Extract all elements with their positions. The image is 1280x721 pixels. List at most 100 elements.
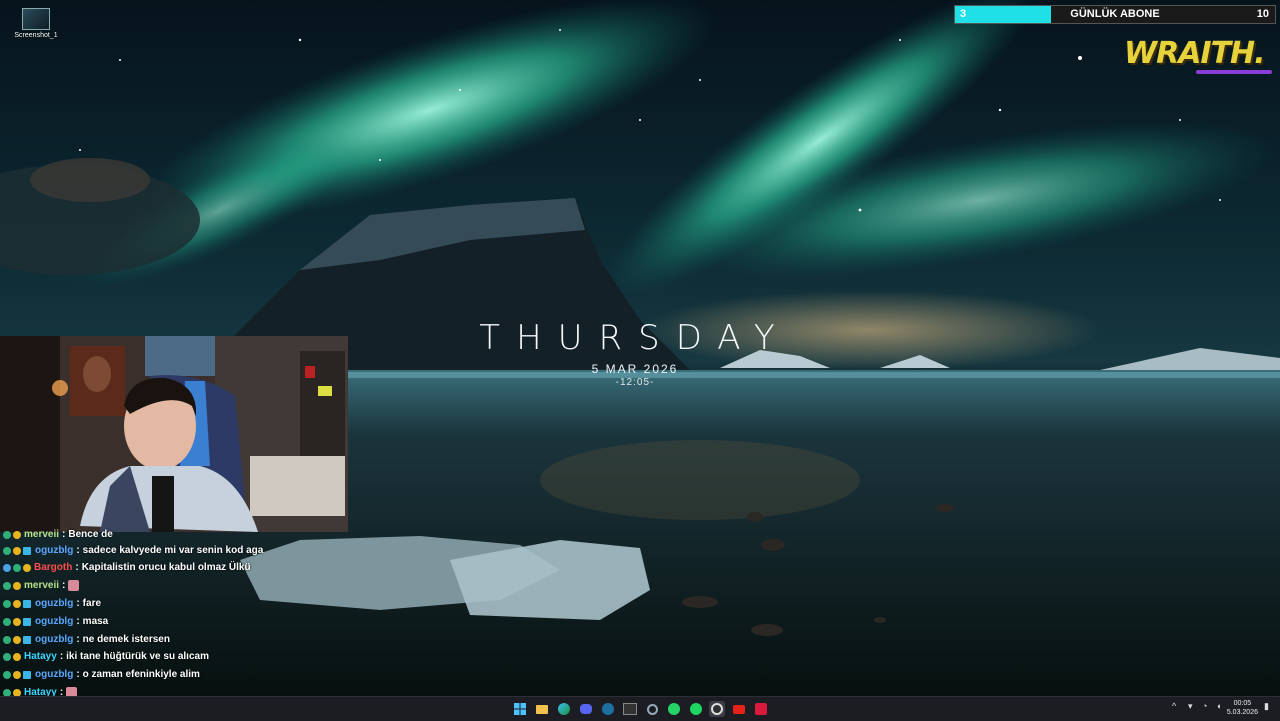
clock-widget: THURSDAY 5 MAR 2026 -12:05- [440, 318, 830, 388]
chat-badge-icon [23, 563, 31, 572]
chat-badge-icon [13, 530, 21, 539]
subscriber-badge-icon [23, 617, 31, 626]
steam-icon[interactable] [600, 701, 616, 717]
logo-underline [1196, 70, 1272, 74]
spotify-icon[interactable] [688, 701, 704, 717]
chat-badge-icon [3, 581, 11, 590]
tray-network-icon[interactable]: ▾ [1188, 701, 1193, 712]
taskbar: ^ ▾ ◔ ◖ 00:05 5.03.2026 ▮ [0, 696, 1280, 721]
chat-separator: : [62, 529, 66, 540]
chat-badge-icon [13, 652, 21, 661]
chat-message-text: iki tane hüğtürük ve su alıcam [66, 651, 209, 662]
notification-bell-icon[interactable]: ▮ [1264, 701, 1269, 712]
chat-username[interactable]: oguzblg [35, 598, 73, 609]
chat-username[interactable]: merveii [24, 529, 59, 540]
clock-time: -12:05- [615, 377, 655, 388]
image-file-icon [22, 8, 50, 30]
terminal-icon[interactable] [622, 701, 638, 717]
chat-emote-icon [66, 687, 78, 696]
chat-badge-icon [3, 635, 11, 644]
obs-icon[interactable] [709, 701, 725, 717]
chat-username[interactable]: oguzblg [35, 634, 73, 645]
chat-badge-icon [3, 546, 11, 555]
tray-time: 00:05 [1233, 700, 1252, 707]
chat-badge-icon [3, 530, 11, 539]
chat-message-text: masa [82, 616, 109, 627]
subscriber-badge-icon [23, 599, 31, 608]
discord-icon[interactable] [578, 701, 594, 717]
chat-badge-icon [3, 599, 11, 608]
webcam-feed [0, 336, 348, 532]
chat-separator: : [76, 634, 80, 645]
webcam-overlay [0, 336, 348, 532]
chat-message-text: o zaman efeninkiyle alim [82, 669, 200, 680]
chat-separator: : [76, 616, 80, 627]
chat-badge-icon [3, 617, 11, 626]
chat-message: merveii: Bence de [3, 526, 113, 543]
goal-target-count: 10 [1256, 8, 1269, 20]
chat-message: Bargoth: Kapitalistin orucu kabul olmaz Ü… [3, 559, 251, 576]
chat-username[interactable]: oguzblg [35, 669, 73, 680]
desktop-icon-label: Screenshot_1 [14, 32, 58, 39]
chat-username[interactable]: Hatayy [24, 687, 57, 696]
chat-separator: : [76, 598, 80, 609]
chat-badge-icon [13, 635, 21, 644]
chat-separator: : [62, 580, 66, 591]
tray-date: 5.03.2026 [1226, 709, 1258, 716]
chat-username[interactable]: oguzblg [35, 545, 73, 556]
logo-dot: . [1254, 36, 1265, 71]
chat-message: oguzblg: sadece kalvyede mi var senin kod… [3, 542, 263, 559]
chat-username[interactable]: oguzblg [35, 616, 73, 627]
chat-message-text: fare [82, 598, 102, 609]
chat-badge-icon [3, 563, 11, 572]
tray-chevron-icon[interactable]: ^ [1172, 701, 1176, 711]
chat-separator: : [75, 562, 79, 573]
tray-clock[interactable]: 00:05 5.03.2026 [1227, 699, 1258, 717]
whatsapp-icon[interactable] [666, 701, 682, 717]
subscriber-badge-icon [23, 546, 31, 555]
subscriber-badge-icon [23, 670, 31, 679]
channel-logo: WRAITH. [1124, 36, 1266, 71]
file-explorer-icon[interactable] [534, 701, 550, 717]
chat-emote-icon [68, 580, 80, 591]
subscriber-goal-bar: 3 GÜNLÜK ABONE 10 [954, 5, 1276, 24]
chat-username[interactable]: Bargoth [34, 562, 72, 573]
chat-separator: : [59, 651, 64, 662]
tray-volume-icon[interactable]: ◖ [1216, 701, 1221, 711]
chat-separator: : [76, 545, 80, 556]
chat-message: merveii: [3, 577, 80, 594]
desktop-icon-screenshot[interactable]: Screenshot_1 [4, 8, 68, 39]
chat-message: oguzblg: ne demek istersen [3, 631, 170, 648]
windows-start-icon[interactable] [512, 701, 528, 717]
chat-badge-icon [13, 563, 21, 572]
chat-badge-icon [13, 617, 21, 626]
chat-username[interactable]: merveii [24, 580, 59, 591]
tray-wifi-icon[interactable]: ◔ [1202, 701, 1207, 711]
chat-message-text: Bence de [68, 529, 113, 540]
chat-message-text: sadece kalvyede mi var senin kod aga [82, 545, 264, 556]
chat-separator: : [76, 669, 80, 680]
chat-message-text: Kapitalistin orucu kabul olmaz Ülkü [81, 562, 251, 573]
chat-message: oguzblg: o zaman efeninkiyle alim [3, 666, 200, 683]
chat-badge-icon [3, 652, 11, 661]
chat-separator: : [59, 687, 64, 696]
logo-text: WRAITH [1124, 36, 1255, 71]
youtube-icon[interactable] [731, 701, 747, 717]
vpn-icon[interactable] [644, 701, 660, 717]
chat-message-text: ne demek istersen [82, 634, 170, 645]
chat-badge-icon [13, 670, 21, 679]
goal-title: GÜNLÜK ABONE [1070, 8, 1160, 20]
clock-day: THURSDAY [479, 318, 791, 358]
red-app-icon[interactable] [753, 701, 769, 717]
chat-badge-icon [3, 670, 11, 679]
edge-icon[interactable] [556, 701, 572, 717]
clock-date: 5 MAR 2026 [591, 362, 679, 376]
chat-username[interactable]: Hatayy [24, 651, 57, 662]
chat-message: Hatayy: [3, 684, 78, 696]
chat-badge-icon [13, 546, 21, 555]
chat-badge-icon [3, 688, 11, 696]
chat-badge-icon [13, 599, 21, 608]
chat-message: oguzblg: fare [3, 595, 101, 612]
stream-chat: merveii: Bence de oguzblg: sadece kalvyede … [0, 524, 360, 696]
chat-badge-icon [13, 688, 21, 696]
